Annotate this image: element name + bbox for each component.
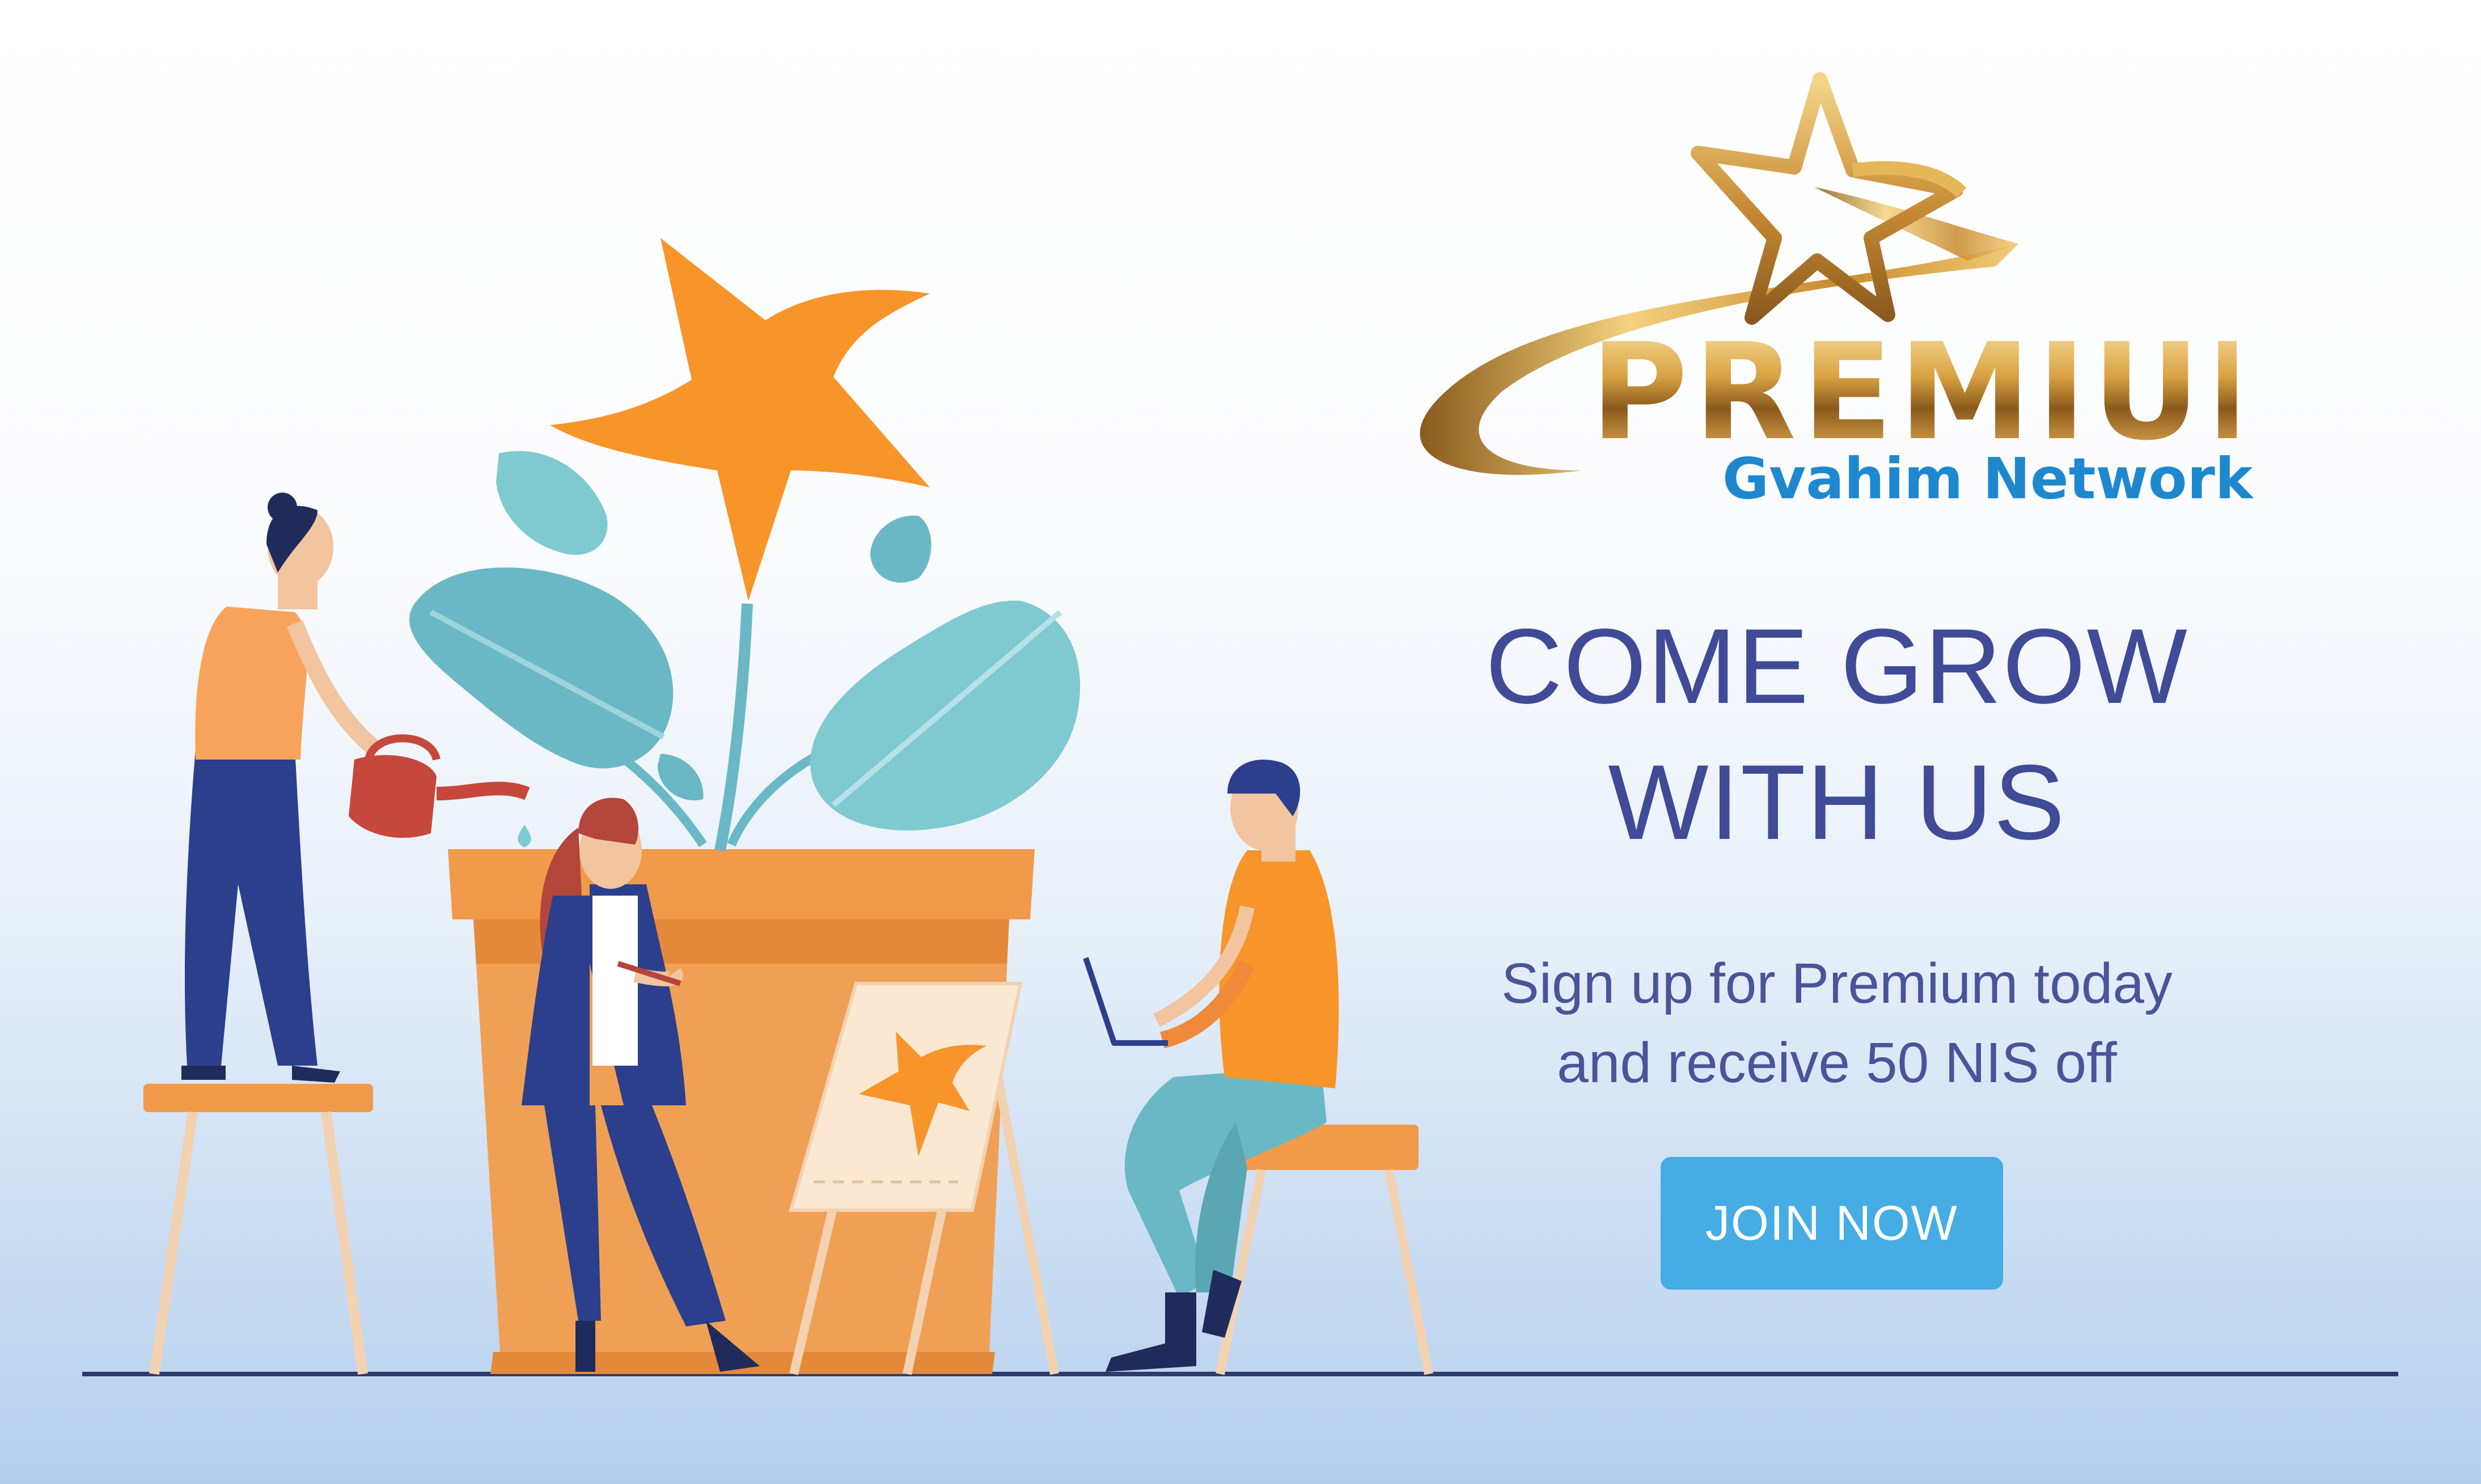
man-laptop-icon <box>1083 760 1339 1372</box>
logo-premium-word: PREMIUM <box>1590 315 2344 470</box>
join-now-button[interactable]: JOIN NOW <box>1661 1157 2003 1290</box>
promo-subtext: Sign up for Premium today and receive 50… <box>1389 944 2285 1103</box>
stool-left <box>143 1084 373 1375</box>
promo-subtext-line-1: Sign up for Premium today <box>1501 952 2173 1015</box>
headline-line-1: COME GROW <box>1485 607 2188 726</box>
headline-line-2: WITH US <box>1608 743 2066 862</box>
premium-banner: PREMIUM Gvahim Network COME GROW WITH US… <box>0 0 2481 1484</box>
headline: COME GROW WITH US <box>1400 598 2273 870</box>
logo-network-name: Gvahim Network <box>1722 446 2253 512</box>
promo-subtext-line-2: and receive 50 NIS off <box>1557 1031 2117 1095</box>
stool-right <box>1216 1125 1433 1375</box>
